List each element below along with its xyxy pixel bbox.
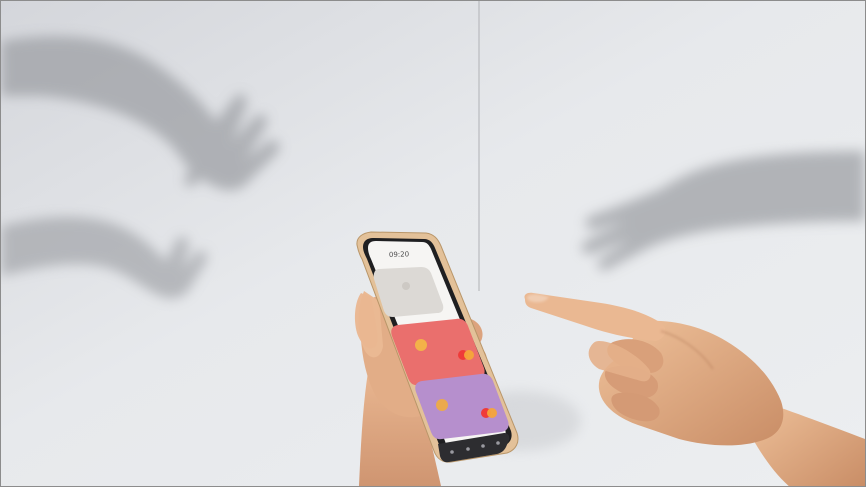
- photo-frame: 09:20: [0, 0, 866, 487]
- photo: 09:20: [1, 1, 865, 486]
- card-logo-right: [487, 408, 497, 418]
- nav-dot: [481, 444, 485, 448]
- card-chip: [415, 339, 427, 351]
- phone-status-time: 09:20: [389, 250, 409, 259]
- card-chip: [436, 399, 448, 411]
- nav-dot: [450, 450, 454, 454]
- nav-dot: [496, 441, 500, 445]
- nav-dot: [466, 447, 470, 451]
- card-logo-right: [464, 350, 474, 360]
